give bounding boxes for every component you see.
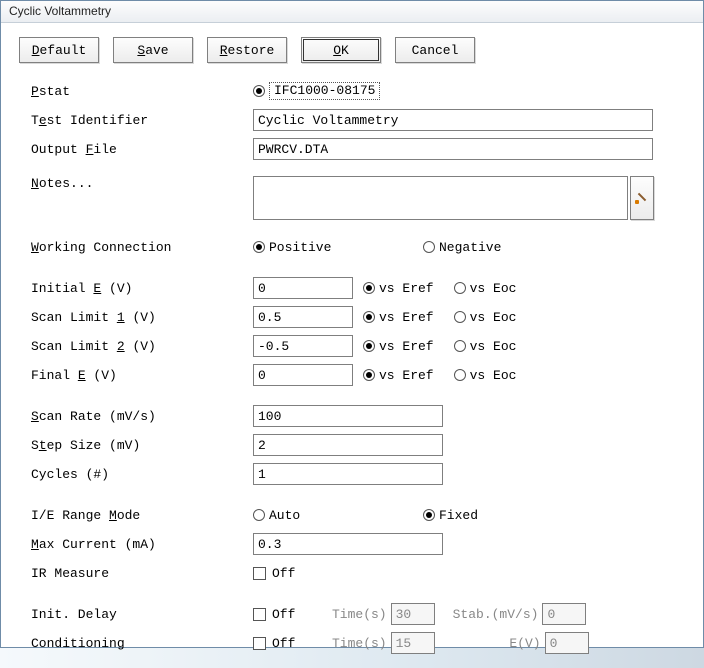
step-size-input[interactable] <box>253 434 443 456</box>
output-file-row: Output File <box>15 135 689 163</box>
positive-label: Positive <box>269 240 331 255</box>
final-e-input[interactable] <box>253 364 353 386</box>
cycles-label: Cycles (#) <box>15 467 253 482</box>
ok-button[interactable]: OK <box>301 37 381 63</box>
titlebar: Cyclic Voltammetry <box>1 1 703 23</box>
working-connection-label: Working Connection <box>15 240 253 255</box>
window-title: Cyclic Voltammetry <box>9 4 111 18</box>
conditioning-off: Off <box>272 636 332 651</box>
scan-limit-1-label: Scan Limit 1 (V) <box>15 310 253 325</box>
scan-limit-1-vs-eoc-radio[interactable]: vs Eoc <box>454 310 517 325</box>
conditioning-e-input[interactable] <box>545 632 589 654</box>
ie-range-mode-row: I/E Range Mode Auto Fixed <box>15 501 689 529</box>
notes-edit-button[interactable] <box>630 176 654 220</box>
init-delay-label: Init. Delay <box>15 607 253 622</box>
ir-measure-label: IR Measure <box>15 566 253 581</box>
radio-icon <box>423 509 435 521</box>
scan-limit-2-vs-eoc-radio[interactable]: vs Eoc <box>454 339 517 354</box>
radio-icon <box>454 369 466 381</box>
button-row: Default Save Restore OK Cancel <box>15 37 689 63</box>
scan-limit-2-label: Scan Limit 2 (V) <box>15 339 253 354</box>
radio-icon <box>423 241 435 253</box>
init-delay-time-input[interactable] <box>391 603 435 625</box>
notes-row: Notes... <box>15 176 689 220</box>
step-size-label: Step Size (mV) <box>15 438 253 453</box>
initial-e-label: Initial E (V) <box>15 281 253 296</box>
final-e-label: Final E (V) <box>15 368 253 383</box>
radio-icon <box>253 509 265 521</box>
cycles-input[interactable] <box>253 463 443 485</box>
radio-icon <box>454 282 466 294</box>
scan-limit-1-vs-eref-radio[interactable]: vs Eref <box>363 310 434 325</box>
save-button[interactable]: Save <box>113 37 193 63</box>
initial-e-input[interactable] <box>253 277 353 299</box>
output-file-input[interactable] <box>253 138 653 160</box>
conditioning-row: Conditioning Off Time(s) E(V) <box>15 629 689 657</box>
pstat-label: Pstat <box>15 84 253 99</box>
radio-icon <box>363 340 375 352</box>
test-identifier-row: Test Identifier <box>15 106 689 134</box>
conditioning-label: Conditioning <box>15 636 253 651</box>
default-button[interactable]: Default <box>19 37 99 63</box>
pstat-row: Pstat IFC1000-08175 <box>15 77 689 105</box>
init-delay-row: Init. Delay Off Time(s) Stab.(mV/s) <box>15 600 689 628</box>
initial-e-row: Initial E (V) vs Eref vs Eoc <box>15 274 689 302</box>
radio-icon <box>253 85 265 97</box>
radio-icon <box>363 311 375 323</box>
ie-range-mode-label: I/E Range Mode <box>15 508 253 523</box>
final-e-vs-eoc-radio[interactable]: vs Eoc <box>454 368 517 383</box>
negative-label: Negative <box>439 240 501 255</box>
scan-limit-1-row: Scan Limit 1 (V) vs Eref vs Eoc <box>15 303 689 331</box>
initial-e-vs-eoc-radio[interactable]: vs Eoc <box>454 281 517 296</box>
radio-icon <box>363 369 375 381</box>
pstat-radio[interactable]: IFC1000-08175 <box>253 82 380 100</box>
dialog-content: Default Save Restore OK Cancel Pstat IFC… <box>1 23 703 668</box>
radio-icon <box>253 241 265 253</box>
step-size-row: Step Size (mV) <box>15 431 689 459</box>
conditioning-e-label: E(V) <box>453 636 541 651</box>
init-delay-off: Off <box>272 607 332 622</box>
radio-icon <box>454 340 466 352</box>
notes-textarea[interactable] <box>253 176 628 220</box>
init-delay-stab-label: Stab.(mV/s) <box>453 607 539 622</box>
dialog-window: Cyclic Voltammetry Default Save Restore … <box>0 0 704 648</box>
cycles-row: Cycles (#) <box>15 460 689 488</box>
radio-icon <box>454 311 466 323</box>
scan-limit-2-input[interactable] <box>253 335 353 357</box>
ie-auto-radio[interactable]: Auto <box>253 508 403 523</box>
restore-button[interactable]: Restore <box>207 37 287 63</box>
initial-e-vs-eref-radio[interactable]: vs Eref <box>363 281 434 296</box>
scan-rate-input[interactable] <box>253 405 443 427</box>
cancel-button[interactable]: Cancel <box>395 37 475 63</box>
max-current-row: Max Current (mA) <box>15 530 689 558</box>
brush-icon <box>636 192 648 204</box>
working-positive-radio[interactable]: Positive <box>253 240 403 255</box>
scan-rate-label: Scan Rate (mV/s) <box>15 409 253 424</box>
pstat-id: IFC1000-08175 <box>269 82 380 100</box>
ir-measure-row: IR Measure Off <box>15 559 689 587</box>
final-e-row: Final E (V) vs Eref vs Eoc <box>15 361 689 389</box>
ir-measure-off: Off <box>272 566 295 581</box>
scan-limit-1-input[interactable] <box>253 306 353 328</box>
test-identifier-input[interactable] <box>253 109 653 131</box>
radio-icon <box>363 282 375 294</box>
final-e-vs-eref-radio[interactable]: vs Eref <box>363 368 434 383</box>
ie-fixed-radio[interactable]: Fixed <box>423 508 478 523</box>
init-delay-stab-input[interactable] <box>542 603 586 625</box>
scan-limit-2-row: Scan Limit 2 (V) vs Eref vs Eoc <box>15 332 689 360</box>
scan-limit-2-vs-eref-radio[interactable]: vs Eref <box>363 339 434 354</box>
max-current-label: Max Current (mA) <box>15 537 253 552</box>
init-delay-checkbox[interactable] <box>253 608 266 621</box>
max-current-input[interactable] <box>253 533 443 555</box>
ir-measure-checkbox[interactable] <box>253 567 266 580</box>
output-file-label: Output File <box>15 142 253 157</box>
conditioning-time-label: Time(s) <box>332 636 387 651</box>
init-delay-time-label: Time(s) <box>332 607 387 622</box>
scan-rate-row: Scan Rate (mV/s) <box>15 402 689 430</box>
working-negative-radio[interactable]: Negative <box>423 240 501 255</box>
notes-label: Notes... <box>15 176 253 191</box>
test-identifier-label: Test Identifier <box>15 113 253 128</box>
conditioning-time-input[interactable] <box>391 632 435 654</box>
working-connection-row: Working Connection Positive Negative <box>15 233 689 261</box>
